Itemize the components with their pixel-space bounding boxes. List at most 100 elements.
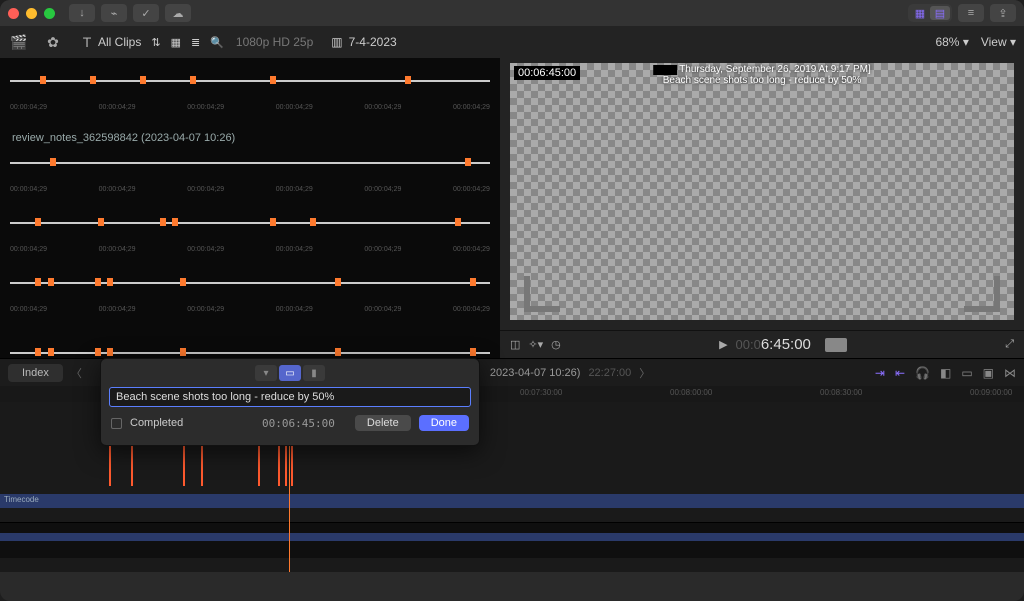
browser-marker[interactable] bbox=[95, 348, 101, 356]
retime-icon[interactable]: ◷ bbox=[551, 338, 561, 351]
browser-marker[interactable] bbox=[335, 348, 341, 356]
viewer-timecode-overlay: 00:06:45:00 bbox=[514, 66, 580, 80]
browser-marker[interactable] bbox=[180, 348, 186, 356]
marker-editor-popover: ▾ ▭ ▮ Completed 00:06:45:00 Delete Done bbox=[100, 358, 480, 446]
title-safe-br bbox=[964, 276, 1000, 312]
viewer-canvas[interactable] bbox=[510, 63, 1014, 320]
browser-marker[interactable] bbox=[140, 76, 146, 84]
timeline-crumb[interactable]: 2023-04-07 10:26) bbox=[490, 367, 581, 379]
browser-marker[interactable] bbox=[107, 348, 113, 356]
enhance-icon[interactable]: ✧▾ bbox=[528, 338, 543, 351]
connect-icon[interactable]: ⋈ bbox=[1004, 366, 1016, 380]
fullscreen-icon[interactable]: ⤢ bbox=[1005, 338, 1014, 351]
delete-button[interactable]: Delete bbox=[355, 415, 411, 431]
zoom-window[interactable] bbox=[44, 8, 55, 19]
browser-marker[interactable] bbox=[310, 218, 316, 226]
browser-marker[interactable] bbox=[470, 348, 476, 356]
inspector-toggle[interactable]: ≡ bbox=[958, 4, 984, 22]
marker-name-input[interactable] bbox=[109, 387, 471, 407]
marker-timecode: 00:06:45:00 bbox=[262, 417, 335, 430]
browser-marker[interactable] bbox=[405, 76, 411, 84]
viewer: 00:06:45:00 Thursday, September 26, 2019… bbox=[500, 58, 1024, 358]
layout-timeline-icon[interactable]: ▤ bbox=[930, 6, 950, 20]
filmstrip-row[interactable]: 00:00:04;2900:00:04;2900:00:04;2900:00:0… bbox=[10, 66, 490, 116]
bg-tasks-button[interactable]: ✓ bbox=[133, 4, 159, 22]
workspace-segment[interactable]: ▦ ▤ bbox=[908, 4, 952, 22]
titles-icon[interactable]: T bbox=[76, 31, 98, 53]
browser-marker[interactable] bbox=[98, 218, 104, 226]
skimmer-thumb[interactable] bbox=[825, 338, 847, 352]
transport-timecode[interactable]: 00:06:45:00 bbox=[736, 336, 811, 353]
marker-type-standard[interactable]: ▾ bbox=[255, 365, 277, 381]
minimize-window[interactable] bbox=[26, 8, 37, 19]
browser-marker[interactable] bbox=[270, 76, 276, 84]
titlebar: ↓ ⌁ ✓ ☁ ▦ ▤ ≡ ⇪ bbox=[0, 0, 1024, 26]
browser-marker[interactable] bbox=[35, 278, 41, 286]
clip-browser[interactable]: 00:00:04;2900:00:04;2900:00:04;2900:00:0… bbox=[0, 58, 500, 358]
library-icon[interactable]: 🎬 bbox=[8, 31, 30, 53]
extensions-button[interactable]: ☁ bbox=[165, 4, 191, 22]
browser-marker[interactable] bbox=[180, 278, 186, 286]
import-button[interactable]: ↓ bbox=[69, 4, 95, 22]
filmstrip-row[interactable]: 00:00:04;2900:00:04;2900:00:04;2900:00:0… bbox=[10, 268, 490, 318]
primary-storyline[interactable] bbox=[0, 494, 1024, 508]
browser-marker[interactable] bbox=[455, 218, 461, 226]
filmstrip-row[interactable]: 00:00:04;2900:00:04;2900:00:04;2900:00:0… bbox=[10, 148, 490, 198]
marker-type-todo[interactable]: ▭ bbox=[279, 365, 301, 381]
clip-name: review_notes_362598842 (2023-04-07 10:26… bbox=[12, 132, 235, 144]
browser-marker[interactable] bbox=[270, 218, 276, 226]
layout-browser-icon[interactable]: ▦ bbox=[910, 6, 930, 20]
browser-marker[interactable] bbox=[90, 76, 96, 84]
browser-marker[interactable] bbox=[35, 348, 41, 356]
filmstrip-row[interactable]: 00:00:04;2900:00:04;2900:00:04;2900:00:0… bbox=[10, 338, 490, 358]
viewer-transport: ◫ ✧▾ ◷ ▶ 00:06:45:00 ⤢ bbox=[500, 330, 1024, 358]
clip-appearance-icon[interactable]: ▣ bbox=[983, 366, 994, 380]
browser-marker[interactable] bbox=[465, 158, 471, 166]
skimming-icon[interactable]: ⇥ bbox=[875, 366, 885, 380]
window-controls bbox=[8, 8, 55, 19]
browser-marker[interactable] bbox=[160, 218, 166, 226]
browser-marker[interactable] bbox=[470, 278, 476, 286]
search-icon[interactable]: 🔍 bbox=[210, 36, 224, 49]
play-button[interactable]: ▶ bbox=[719, 338, 727, 351]
snapping-icon[interactable]: ◧ bbox=[940, 366, 951, 380]
viewer-annotation: Thursday, September 26, 2019 At 9:17 PM]… bbox=[653, 64, 871, 86]
track-label: Timecode bbox=[4, 495, 39, 504]
nav-fwd-icon[interactable]: 〉 bbox=[639, 365, 650, 381]
library-toolbar: 🎬 ✿ T All Clips ⇅ ▦ ≣ 🔍 1080p HD 25p ▥ 7… bbox=[0, 26, 1024, 58]
filmstrip-icon[interactable]: ▦ bbox=[171, 36, 181, 49]
keyword-button[interactable]: ⌁ bbox=[101, 4, 127, 22]
browser-marker[interactable] bbox=[172, 218, 178, 226]
close-window[interactable] bbox=[8, 8, 19, 19]
nav-back-icon[interactable]: 〈 bbox=[71, 365, 82, 381]
browser-marker[interactable] bbox=[95, 278, 101, 286]
audio-skim-icon[interactable]: ⇤ bbox=[895, 366, 905, 380]
done-button[interactable]: Done bbox=[419, 415, 469, 431]
browser-marker[interactable] bbox=[48, 348, 54, 356]
view-menu[interactable]: View ▾ bbox=[981, 35, 1016, 49]
format-label: 1080p HD 25p bbox=[236, 35, 313, 49]
browser-marker[interactable] bbox=[48, 278, 54, 286]
tools-icon[interactable]: ▭ bbox=[961, 366, 972, 380]
list-icon[interactable]: ≣ bbox=[191, 36, 200, 49]
photos-icon[interactable]: ✿ bbox=[42, 31, 64, 53]
browser-marker[interactable] bbox=[335, 278, 341, 286]
index-button[interactable]: Index bbox=[8, 364, 63, 382]
browser-marker[interactable] bbox=[50, 158, 56, 166]
clip-filter[interactable]: All Clips bbox=[98, 35, 141, 49]
calendar-icon: ▥ bbox=[331, 35, 342, 49]
share-button[interactable]: ⇪ bbox=[990, 4, 1016, 22]
audio-lane[interactable] bbox=[0, 522, 1024, 558]
transform-icon[interactable]: ◫ bbox=[510, 338, 520, 351]
filmstrip-row[interactable]: 00:00:04;2900:00:04;2900:00:04;2900:00:0… bbox=[10, 208, 490, 258]
browser-marker[interactable] bbox=[35, 218, 41, 226]
solo-icon[interactable]: 🎧 bbox=[915, 366, 930, 380]
completed-checkbox[interactable] bbox=[111, 418, 122, 429]
marker-type-chapter[interactable]: ▮ bbox=[303, 365, 325, 381]
browser-marker[interactable] bbox=[190, 76, 196, 84]
viewer-zoom[interactable]: 68% ▾ bbox=[935, 35, 968, 49]
browser-marker[interactable] bbox=[40, 76, 46, 84]
title-safe-bl bbox=[524, 276, 560, 312]
browser-marker[interactable] bbox=[107, 278, 113, 286]
sort-icon[interactable]: ⇅ bbox=[151, 36, 160, 49]
